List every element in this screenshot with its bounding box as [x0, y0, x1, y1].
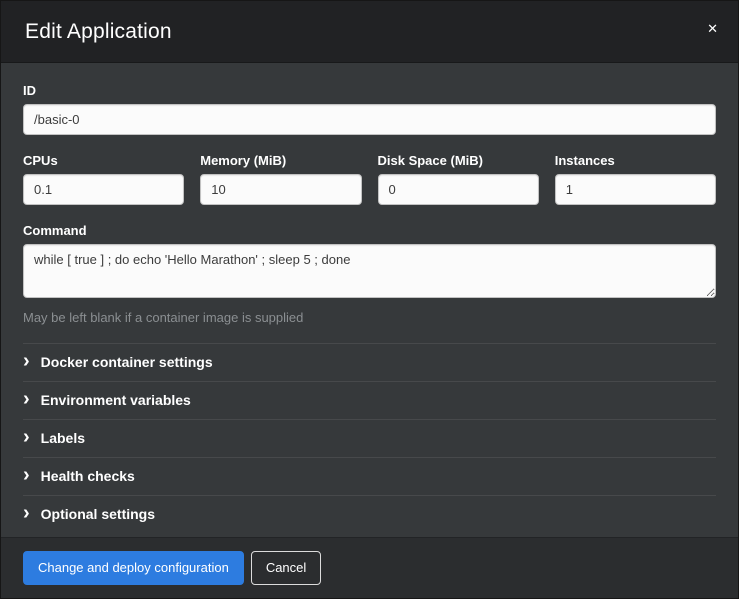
cancel-button[interactable]: Cancel	[251, 551, 321, 585]
cpus-field-block: CPUs	[23, 153, 184, 205]
cpus-label: CPUs	[23, 153, 184, 168]
cpus-input[interactable]	[23, 174, 184, 205]
id-label: ID	[23, 83, 716, 98]
chevron-right-icon: ›	[23, 392, 30, 406]
memory-input[interactable]	[200, 174, 361, 205]
section-environment-variables[interactable]: › Environment variables	[23, 381, 716, 419]
modal-footer: Change and deploy configuration Cancel	[1, 537, 738, 598]
chevron-right-icon: ›	[23, 506, 30, 520]
accordion-sections: › Docker container settings › Environmen…	[23, 343, 716, 533]
chevron-right-icon: ›	[23, 468, 30, 482]
section-optional-settings[interactable]: › Optional settings	[23, 495, 716, 533]
command-textarea[interactable]: while [ true ] ; do echo 'Hello Marathon…	[23, 244, 716, 298]
section-docker-container-settings[interactable]: › Docker container settings	[23, 343, 716, 381]
id-input[interactable]	[23, 104, 716, 135]
memory-field-block: Memory (MiB)	[200, 153, 361, 205]
command-help-text: May be left blank if a container image i…	[23, 310, 716, 325]
modal-title: Edit Application	[25, 20, 172, 44]
section-label: Docker container settings	[41, 354, 213, 370]
modal-header: Edit Application ✕	[1, 1, 738, 63]
section-label: Health checks	[41, 468, 135, 484]
command-field-block: Command while [ true ] ; do echo 'Hello …	[23, 223, 716, 325]
instances-label: Instances	[555, 153, 716, 168]
instances-field-block: Instances	[555, 153, 716, 205]
disk-label: Disk Space (MiB)	[378, 153, 539, 168]
chevron-right-icon: ›	[23, 430, 30, 444]
modal-body: ID CPUs Memory (MiB) Disk Space (MiB) In…	[1, 63, 738, 537]
section-health-checks[interactable]: › Health checks	[23, 457, 716, 495]
id-field-block: ID	[23, 83, 716, 135]
change-and-deploy-button[interactable]: Change and deploy configuration	[23, 551, 244, 585]
section-label: Environment variables	[41, 392, 191, 408]
edit-application-modal: Edit Application ✕ ID CPUs Memory (MiB) …	[0, 0, 739, 599]
section-labels[interactable]: › Labels	[23, 419, 716, 457]
command-label: Command	[23, 223, 716, 238]
instances-input[interactable]	[555, 174, 716, 205]
section-label: Optional settings	[41, 506, 155, 522]
memory-label: Memory (MiB)	[200, 153, 361, 168]
chevron-right-icon: ›	[23, 354, 30, 368]
close-icon[interactable]: ✕	[703, 18, 722, 39]
section-label: Labels	[41, 430, 85, 446]
disk-input[interactable]	[378, 174, 539, 205]
resources-field-row: CPUs Memory (MiB) Disk Space (MiB) Insta…	[23, 153, 716, 205]
disk-field-block: Disk Space (MiB)	[378, 153, 539, 205]
